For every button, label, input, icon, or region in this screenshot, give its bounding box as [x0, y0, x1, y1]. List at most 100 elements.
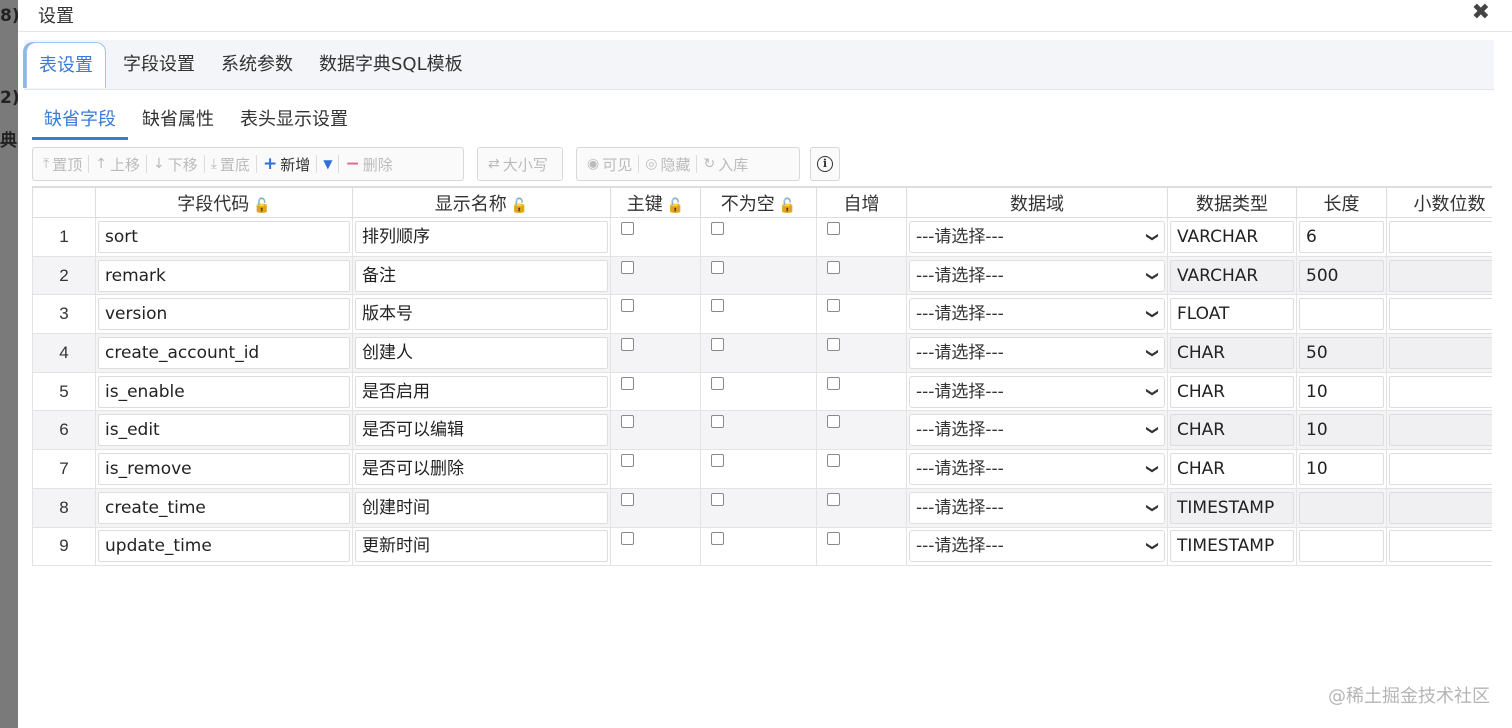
primary-key-checkbox[interactable]	[621, 222, 634, 235]
domain-cell[interactable]: ---请选择--- ❯	[906, 410, 1168, 451]
domain-select[interactable]: ---请选择--- ❯	[909, 298, 1165, 331]
auto-increment-checkbox[interactable]	[827, 492, 840, 506]
scale-cell[interactable]	[1386, 333, 1492, 373]
code-cell[interactable]: is_enable	[95, 371, 353, 412]
domain-select[interactable]: ---请选择--- ❯	[909, 259, 1165, 292]
domain-cell[interactable]: ---请选择--- ❯	[906, 449, 1168, 489]
name-cell[interactable]: 是否可以删除	[352, 449, 611, 489]
move-bottom-button[interactable]: ⤓ 置底	[205, 151, 256, 177]
move-down-button[interactable]: ↓ 下移	[147, 151, 204, 177]
code-cell[interactable]: create_account_id	[95, 333, 353, 373]
not-null-checkbox[interactable]	[711, 376, 724, 390]
scale-input[interactable]	[1389, 336, 1492, 369]
data-type-input[interactable]: VARCHAR	[1170, 220, 1294, 253]
field-code-input[interactable]: is_enable	[98, 375, 350, 408]
notnull-cell[interactable]	[700, 255, 817, 296]
pk-cell[interactable]	[610, 526, 701, 566]
unlock-icon[interactable]: 🔓	[779, 198, 796, 214]
domain-select[interactable]: ---请选择--- ❯	[909, 414, 1165, 447]
not-null-checkbox[interactable]	[711, 260, 724, 274]
code-cell[interactable]: create_time	[95, 487, 353, 528]
length-input[interactable]: 50	[1299, 336, 1384, 369]
scale-input[interactable]	[1389, 530, 1492, 563]
name-cell[interactable]: 是否启用	[352, 371, 611, 412]
pk-cell[interactable]	[610, 333, 701, 373]
notnull-cell[interactable]	[700, 526, 817, 566]
move-top-button[interactable]: ⤒ 置顶	[37, 151, 88, 177]
notnull-cell[interactable]	[700, 294, 817, 335]
display-name-input[interactable]: 创建人	[355, 336, 608, 369]
type-cell[interactable]: VARCHAR	[1167, 217, 1297, 257]
not-null-checkbox[interactable]	[711, 531, 724, 545]
not-null-checkbox[interactable]	[711, 415, 724, 429]
code-cell[interactable]: is_remove	[95, 449, 353, 489]
length-cell[interactable]: 500	[1296, 255, 1387, 296]
scale-cell[interactable]	[1386, 217, 1492, 257]
primary-key-checkbox[interactable]	[621, 376, 634, 390]
column-header-autoinc[interactable]: 自增	[816, 187, 907, 218]
type-cell[interactable]: FLOAT	[1167, 294, 1297, 335]
field-code-input[interactable]: is_remove	[98, 452, 350, 485]
pk-cell[interactable]	[610, 255, 701, 296]
unlock-icon[interactable]: 🔓	[511, 198, 528, 214]
visible-button[interactable]: ◉ 可见	[581, 151, 638, 177]
length-input[interactable]: 10	[1299, 414, 1384, 447]
primary-key-checkbox[interactable]	[621, 260, 634, 274]
type-cell[interactable]: CHAR	[1167, 371, 1297, 412]
primary-key-checkbox[interactable]	[621, 454, 634, 468]
name-cell[interactable]: 更新时间	[352, 526, 611, 566]
type-cell[interactable]: CHAR	[1167, 410, 1297, 451]
autoinc-cell[interactable]	[816, 255, 907, 296]
domain-select[interactable]: ---请选择--- ❯	[909, 452, 1165, 485]
length-input[interactable]	[1299, 491, 1384, 524]
notnull-cell[interactable]	[700, 487, 817, 528]
display-name-input[interactable]: 备注	[355, 259, 608, 292]
display-name-input[interactable]: 排列顺序	[355, 220, 608, 253]
data-type-input[interactable]: FLOAT	[1170, 298, 1294, 331]
domain-cell[interactable]: ---请选择--- ❯	[906, 294, 1168, 335]
code-cell[interactable]: version	[95, 294, 353, 335]
notnull-cell[interactable]	[700, 371, 817, 412]
case-toggle-button[interactable]: ⇄ 大小写	[482, 151, 554, 177]
autoinc-cell[interactable]	[816, 487, 907, 528]
notnull-cell[interactable]	[700, 217, 817, 257]
column-header-notnull[interactable]: 不为空 🔓	[700, 187, 817, 218]
length-input[interactable]: 10	[1299, 375, 1384, 408]
name-cell[interactable]: 备注	[352, 255, 611, 296]
tab-dict-sql-template[interactable]: 数据字典SQL模板	[319, 42, 463, 88]
length-input[interactable]: 10	[1299, 452, 1384, 485]
scale-cell[interactable]	[1386, 487, 1492, 528]
length-cell[interactable]: 10	[1296, 449, 1387, 489]
domain-cell[interactable]: ---请选择--- ❯	[906, 333, 1168, 373]
domain-select[interactable]: ---请选择--- ❯	[909, 375, 1165, 408]
auto-increment-checkbox[interactable]	[827, 338, 840, 352]
domain-cell[interactable]: ---请选择--- ❯	[906, 255, 1168, 296]
autoinc-cell[interactable]	[816, 526, 907, 566]
column-header-code[interactable]: 字段代码 🔓	[95, 187, 353, 218]
field-code-input[interactable]: version	[98, 298, 350, 331]
hide-button[interactable]: ◎ 隐藏	[639, 151, 696, 177]
auto-increment-checkbox[interactable]	[827, 531, 840, 545]
length-input[interactable]: 6	[1299, 220, 1384, 253]
length-cell[interactable]: 50	[1296, 333, 1387, 373]
field-code-input[interactable]: sort	[98, 220, 350, 253]
scale-input[interactable]	[1389, 414, 1492, 447]
data-type-input[interactable]: VARCHAR	[1170, 259, 1294, 292]
scale-cell[interactable]	[1386, 294, 1492, 335]
display-name-input[interactable]: 版本号	[355, 298, 608, 331]
domain-cell[interactable]: ---请选择--- ❯	[906, 526, 1168, 566]
autoinc-cell[interactable]	[816, 449, 907, 489]
not-null-checkbox[interactable]	[711, 492, 724, 506]
display-name-input[interactable]: 创建时间	[355, 491, 608, 524]
name-cell[interactable]: 创建时间	[352, 487, 611, 528]
type-cell[interactable]: TIMESTAMP	[1167, 526, 1297, 566]
scale-cell[interactable]	[1386, 410, 1492, 451]
length-cell[interactable]: 6	[1296, 217, 1387, 257]
length-cell[interactable]	[1296, 294, 1387, 335]
code-cell[interactable]: is_edit	[95, 410, 353, 451]
primary-key-checkbox[interactable]	[621, 415, 634, 429]
length-input[interactable]: 500	[1299, 259, 1384, 292]
code-cell[interactable]: remark	[95, 255, 353, 296]
scale-cell[interactable]	[1386, 371, 1492, 412]
display-name-input[interactable]: 是否可以编辑	[355, 414, 608, 447]
